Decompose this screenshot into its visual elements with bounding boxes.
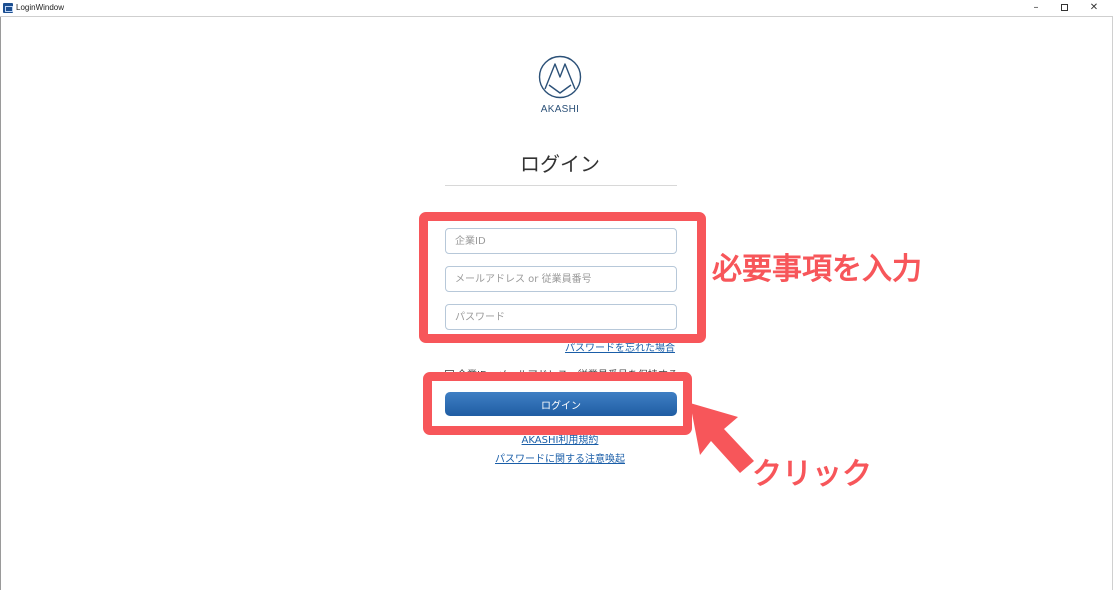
minimize-button[interactable]: –: [1021, 0, 1051, 17]
window-title: LoginWindow: [16, 3, 65, 12]
pointer-arrow-icon: [690, 403, 754, 473]
akashi-logo-icon: [538, 55, 582, 99]
app-window-icon: [3, 3, 13, 13]
password-notice-link[interactable]: パスワードに関する注意喚起: [470, 450, 650, 465]
title-divider: [445, 185, 677, 186]
window-frame-left: [0, 0, 1, 590]
input-highlight-box: [419, 212, 706, 343]
maximize-button[interactable]: [1049, 0, 1079, 17]
title-bar: LoginWindow – ✕: [0, 0, 1113, 17]
maximize-icon: [1060, 3, 1068, 11]
logo-text: AKASHI: [540, 104, 580, 115]
login-highlight-box: [423, 372, 692, 435]
page-title: ログイン: [520, 152, 600, 176]
close-button[interactable]: ✕: [1079, 0, 1109, 17]
input-annotation: 必要事項を入力: [712, 252, 922, 287]
